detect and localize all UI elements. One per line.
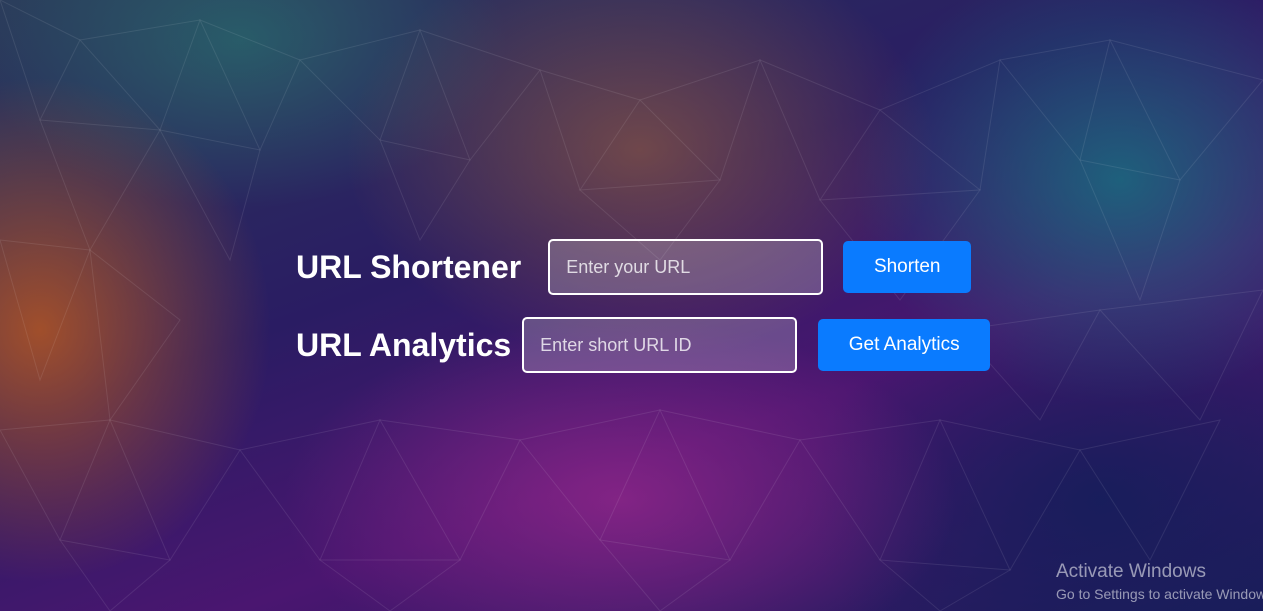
polygon-pattern — [0, 0, 1263, 611]
watermark-subtitle: Go to Settings to activate Windows. — [1056, 586, 1263, 602]
activate-windows-watermark: Activate Windows Go to Settings to activ… — [1056, 561, 1263, 602]
analytics-row: URL Analytics Get Analytics — [296, 317, 991, 373]
shorten-button[interactable]: Shorten — [843, 241, 972, 293]
analytics-title: URL Analytics — [296, 326, 512, 363]
shortener-title: URL Shortener — [296, 248, 522, 285]
url-input[interactable] — [548, 239, 824, 295]
shortener-row: URL Shortener Shorten — [296, 239, 972, 295]
get-analytics-button[interactable]: Get Analytics — [818, 319, 991, 371]
short-url-id-input[interactable] — [522, 317, 798, 373]
polygon-background — [0, 0, 1263, 611]
watermark-title: Activate Windows — [1056, 561, 1206, 582]
